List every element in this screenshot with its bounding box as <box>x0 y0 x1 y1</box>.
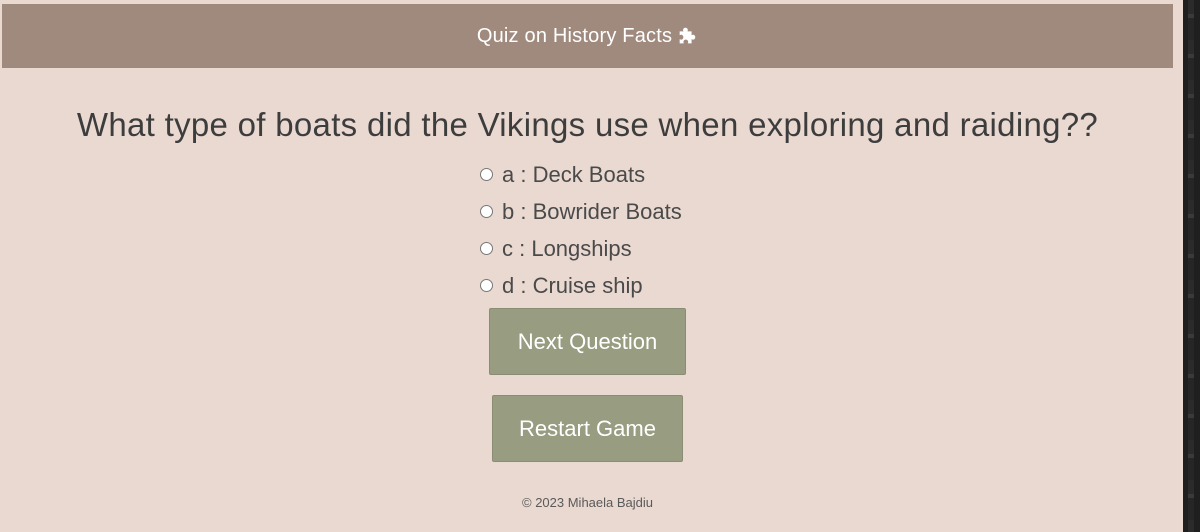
answer-options: a : Deck Boats b : Bowrider Boats c : Lo… <box>478 156 682 304</box>
header-bar: Quiz on History Facts <box>2 4 1173 68</box>
page-body: Quiz on History Facts What type of boats… <box>0 0 1183 532</box>
header-title-wrap: Quiz on History Facts <box>477 25 698 48</box>
option-a-radio[interactable] <box>480 168 493 181</box>
option-d[interactable]: d : Cruise ship <box>478 267 682 304</box>
option-a[interactable]: a : Deck Boats <box>478 156 682 193</box>
option-c[interactable]: c : Longships <box>478 230 682 267</box>
question-text: What type of boats did the Vikings use w… <box>76 106 1099 143</box>
next-question-button[interactable]: Next Question <box>489 308 686 375</box>
footer-copyright: © 2023 Mihaela Bajdiu <box>522 495 653 510</box>
option-b[interactable]: b : Bowrider Boats <box>478 193 682 230</box>
window-scrollbar[interactable] <box>1183 0 1200 532</box>
option-d-radio[interactable] <box>480 279 493 292</box>
option-c-radio[interactable] <box>480 242 493 255</box>
scrollbar-thumb[interactable] <box>1188 0 1194 532</box>
restart-game-button[interactable]: Restart Game <box>492 395 683 462</box>
option-b-radio[interactable] <box>480 205 493 218</box>
option-b-label: b : Bowrider Boats <box>502 198 682 224</box>
puzzle-piece-icon <box>679 27 696 44</box>
option-a-label: a : Deck Boats <box>502 161 646 187</box>
page-title: Quiz on History Facts <box>476 24 673 47</box>
option-d-label: d : Cruise ship <box>502 272 643 298</box>
option-c-label: c : Longships <box>502 235 632 261</box>
